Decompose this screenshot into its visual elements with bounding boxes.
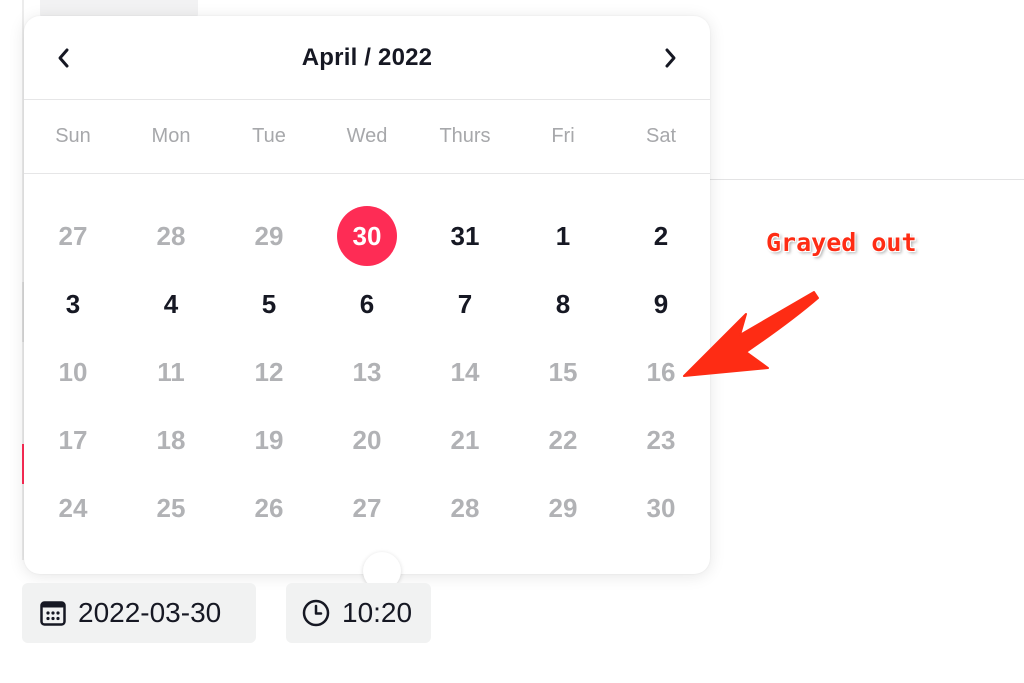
weekday-label: Thurs	[439, 125, 491, 147]
calendar-day[interactable]: 7	[416, 270, 514, 338]
calendar-day-label: 29	[548, 492, 578, 523]
calendar-day-grid: 27 28 29 30 31 1 2 3 4 5 6 7 8 9 10 11 12 13 14 15 16 17 18 19 2…	[24, 202, 710, 542]
weekday-label: Tue	[252, 125, 286, 147]
calendar-day-label: 14	[450, 356, 480, 387]
calendar-day-label: 13	[352, 356, 382, 387]
calendar-day[interactable]: 5	[220, 270, 318, 338]
calendar-day: 21	[416, 406, 514, 474]
weekday-header-row: Sun Mon Tue Wed Thurs Fri Sat	[24, 100, 710, 174]
calendar-day-label: 3	[65, 288, 81, 319]
weekday-label: Sat	[645, 125, 677, 147]
calendar-day: 23	[612, 406, 710, 474]
calendar-day[interactable]: 1	[514, 202, 612, 270]
calendar-day: 25	[122, 474, 220, 542]
calendar-day-label: 11	[157, 356, 185, 387]
calendar-day[interactable]: 8	[514, 270, 612, 338]
calendar-day: 26	[220, 474, 318, 542]
schedule-date-value: 2022-03-30	[78, 597, 222, 628]
calendar-day: 27	[318, 474, 416, 542]
calendar-day: 28	[416, 474, 514, 542]
calendar-day-label: 17	[58, 424, 88, 455]
calendar-day: 22	[514, 406, 612, 474]
calendar-day-label: 21	[450, 424, 480, 455]
calendar-day-label: 28	[450, 492, 480, 523]
calendar-day-label: 22	[548, 424, 578, 455]
calendar-day[interactable]: 2	[612, 202, 710, 270]
calendar-day-selected[interactable]: 30	[318, 202, 416, 270]
previous-month-button[interactable]	[46, 40, 82, 76]
calendar-day-label: 19	[254, 424, 284, 455]
calendar-day[interactable]: 4	[122, 270, 220, 338]
arrow-icon	[683, 291, 819, 377]
calendar-day-label: 24	[58, 492, 88, 523]
calendar-day-label: 7	[457, 288, 473, 319]
calendar-day: 15	[514, 338, 612, 406]
next-month-button[interactable]	[652, 40, 688, 76]
calendar-day-label: 6	[359, 288, 375, 319]
schedule-time-field[interactable]: 10:20	[286, 583, 431, 643]
calendar-day: 29	[514, 474, 612, 542]
calendar-day-label: 1	[555, 220, 571, 251]
calendar-day: 10	[24, 338, 122, 406]
calendar-day[interactable]: 6	[318, 270, 416, 338]
calendar-day: 18	[122, 406, 220, 474]
calendar-day-label: 10	[58, 356, 88, 387]
calendar-day[interactable]: 31	[416, 202, 514, 270]
calendar-day: 19	[220, 406, 318, 474]
calendar-day-label: 25	[156, 492, 186, 523]
clock-icon	[302, 599, 330, 627]
calendar-day-label: 15	[548, 356, 578, 387]
chevron-left-icon	[58, 48, 69, 68]
calendar-day: 17	[24, 406, 122, 474]
calendar-day-label: 18	[156, 424, 186, 455]
calendar-day: 20	[318, 406, 416, 474]
calendar-day: 11	[122, 338, 220, 406]
calendar-day-label: 28	[156, 220, 186, 251]
calendar-day-label: 23	[646, 424, 676, 455]
calendar-day-label: 8	[555, 288, 571, 319]
calendar-day-label: 30	[337, 206, 397, 266]
calendar-day: 30	[612, 474, 710, 542]
calendar-day-label: 4	[163, 288, 179, 319]
calendar-day: 14	[416, 338, 514, 406]
calendar-day-label: 27	[58, 220, 88, 251]
calendar-day-label: 30	[646, 492, 676, 523]
calendar-day-label: 29	[254, 220, 284, 251]
schedule-time-value: 10:20	[342, 597, 413, 628]
calendar-day: 28	[122, 202, 220, 270]
calendar-day-label: 2	[653, 220, 669, 251]
weekday-label: Mon	[151, 125, 191, 147]
schedule-date-field[interactable]: 2022-03-30	[22, 583, 256, 643]
calendar-day: 12	[220, 338, 318, 406]
calendar-day-label: 26	[254, 492, 284, 523]
calendar-day[interactable]: 3	[24, 270, 122, 338]
weekday-label: Sun	[55, 125, 91, 147]
calendar-day: 27	[24, 202, 122, 270]
weekday-label: Fri	[551, 125, 575, 147]
calendar-day-label: 31	[450, 220, 480, 251]
calendar-icon	[40, 600, 66, 626]
calendar-day-label: 20	[352, 424, 382, 455]
calendar-header: April / 2022	[24, 16, 710, 100]
calendar-day-label: 5	[261, 288, 277, 319]
weekday-label: Wed	[346, 125, 388, 147]
annotation-label: Grayed out	[766, 228, 917, 257]
background-divider	[710, 179, 1024, 180]
calendar-day: 29	[220, 202, 318, 270]
calendar-day: 13	[318, 338, 416, 406]
date-picker-popover: April / 2022 Sun Mon Tue Wed Thurs Fri S…	[24, 16, 710, 590]
calendar-month-title: April / 2022	[301, 43, 433, 71]
calendar-day-label: 27	[352, 492, 382, 523]
calendar-day-label: 12	[254, 356, 284, 387]
chevron-right-icon	[665, 48, 676, 68]
calendar-day: 24	[24, 474, 122, 542]
